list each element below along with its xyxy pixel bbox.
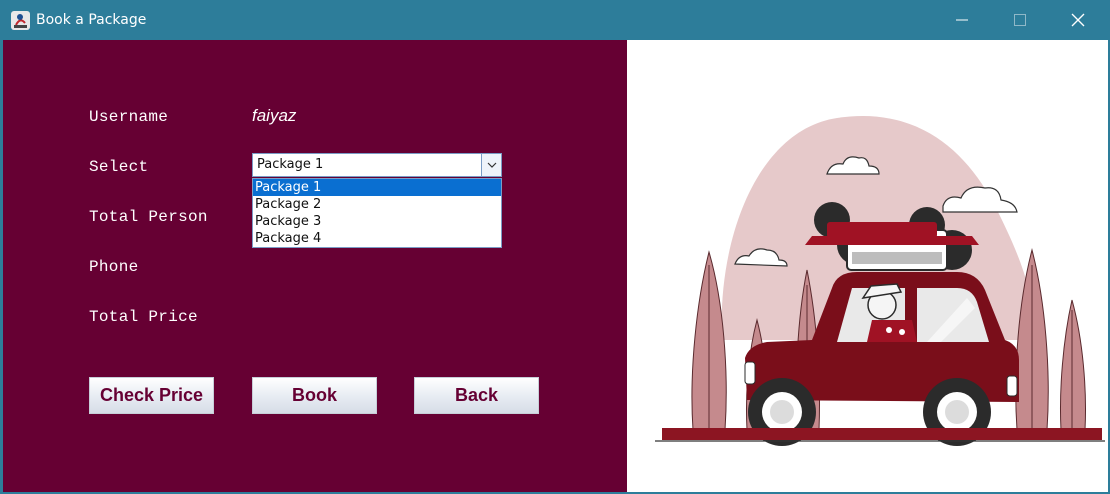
username-value: faiyaz <box>252 106 297 125</box>
illustration-panel <box>627 40 1108 492</box>
username-label: Username <box>89 108 169 126</box>
package-select-toggle[interactable] <box>481 154 501 176</box>
app-window: Book a Package Username faiyaz Select Pa… <box>0 0 1110 494</box>
package-option[interactable]: Package 4 <box>253 230 501 247</box>
java-app-icon <box>11 11 30 30</box>
close-icon <box>1071 13 1085 27</box>
package-dropdown-list: Package 1 Package 2 Package 3 Package 4 <box>252 178 502 248</box>
check-price-button[interactable]: Check Price <box>89 377 214 414</box>
phone-label: Phone <box>89 258 139 276</box>
package-select[interactable]: Package 1 <box>252 153 502 177</box>
minimize-icon <box>956 19 968 21</box>
window-title: Book a Package <box>36 12 147 28</box>
select-label: Select <box>89 158 149 176</box>
close-button[interactable] <box>1049 0 1107 40</box>
book-button[interactable]: Book <box>252 377 377 414</box>
total-person-label: Total Person <box>89 208 208 226</box>
minimize-button[interactable] <box>933 0 991 40</box>
package-select-value: Package 1 <box>257 157 324 172</box>
back-button[interactable]: Back <box>414 377 539 414</box>
package-option[interactable]: Package 3 <box>253 213 501 230</box>
chevron-down-icon <box>487 162 496 168</box>
total-price-label: Total Price <box>89 308 198 326</box>
maximize-button[interactable] <box>991 0 1049 40</box>
title-bar[interactable]: Book a Package <box>0 0 1110 40</box>
maximize-icon <box>1014 14 1026 26</box>
road-trip-car-illustration <box>655 116 1105 446</box>
package-option[interactable]: Package 1 <box>253 179 501 196</box>
package-option[interactable]: Package 2 <box>253 196 501 213</box>
